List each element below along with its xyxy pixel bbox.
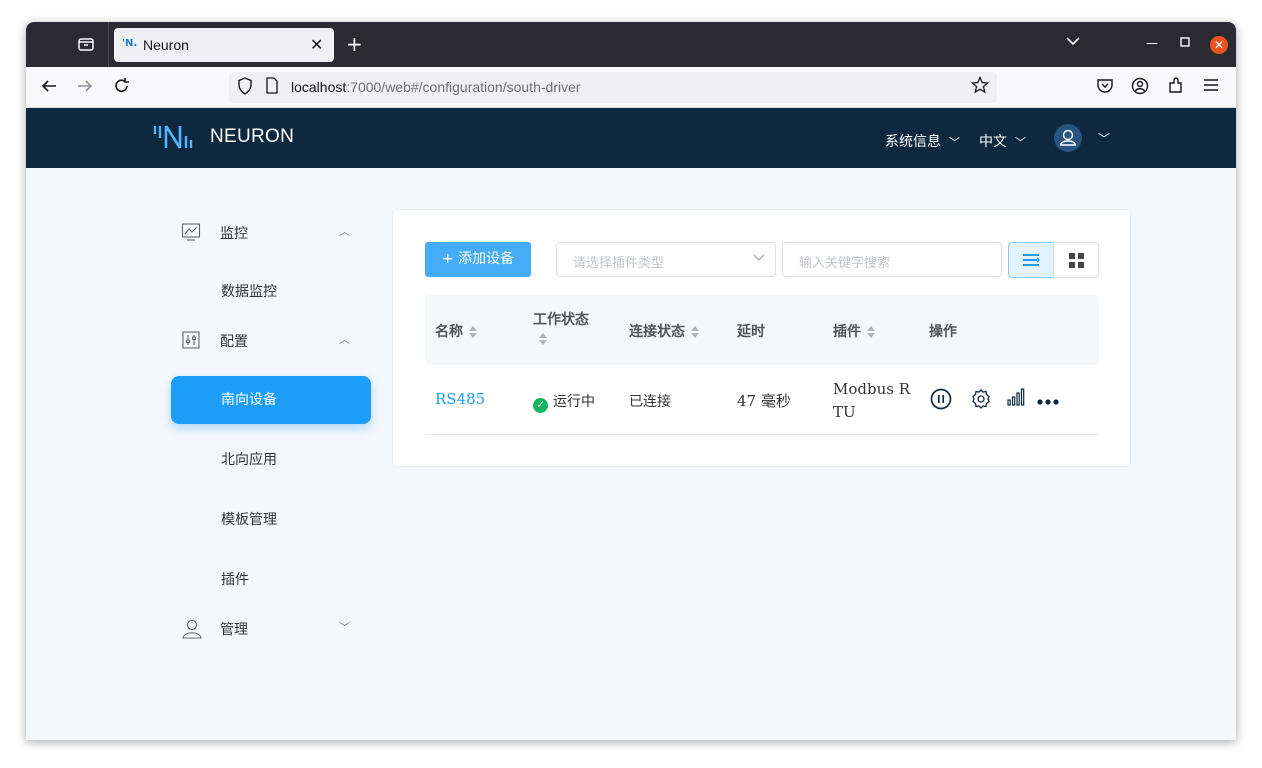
language-label: 中文	[979, 134, 1007, 150]
plugin-name: Modbus R TU	[833, 378, 910, 424]
search-placeholder: 输入关键字搜索	[799, 256, 891, 271]
sidebar-group-label: 配置	[220, 334, 248, 350]
tab-list-chevron-icon[interactable]	[1066, 34, 1080, 50]
table-row: RS485 ✓ 运行中 已连接 47 毫秒 Modbus R TU	[425, 365, 1099, 435]
shield-icon[interactable]	[237, 77, 253, 99]
device-name-link[interactable]: RS485	[435, 390, 485, 408]
column-header-name[interactable]: 名称	[435, 321, 477, 341]
delay-value: 47 毫秒	[737, 392, 791, 410]
column-label: 名称	[435, 324, 463, 340]
url-path: :7000/web#/configuration/south-driver	[346, 79, 581, 95]
column-header-plugin[interactable]: 插件	[833, 321, 875, 341]
window-close-icon[interactable]: ✕	[1210, 36, 1228, 54]
work-status: ✓ 运行中	[533, 391, 595, 413]
extensions-icon[interactable]	[1167, 77, 1185, 100]
tab-title: Neuron	[143, 37, 189, 53]
minimize-icon[interactable]: —	[1146, 36, 1158, 50]
connection-status: 已连接	[629, 394, 671, 410]
language-menu[interactable]: 中文 ﹀	[979, 131, 1026, 151]
page-info-icon[interactable]	[265, 77, 279, 98]
url-host: localhost	[291, 79, 347, 95]
more-actions-icon[interactable]	[1036, 392, 1060, 411]
chevron-up-icon: ︿	[339, 225, 350, 238]
back-icon[interactable]	[40, 77, 58, 100]
plugin-name-line1: Modbus R	[833, 380, 911, 398]
browser-tab[interactable]: 'N. Neuron ✕	[114, 28, 334, 62]
signal-stats-icon[interactable]	[1006, 387, 1026, 411]
chevron-down-icon: ﹀	[339, 621, 350, 634]
chevron-down-icon: ﹀	[1015, 136, 1026, 149]
column-header-actions: 操作	[929, 324, 957, 340]
column-header-delay: 延时	[737, 324, 765, 340]
url-text[interactable]: localhost:7000/web#/configuration/south-…	[291, 79, 581, 95]
tab-close-icon[interactable]: ✕	[310, 35, 323, 54]
chevron-up-icon: ︿	[339, 333, 350, 346]
grid-view-toggle[interactable]	[1053, 242, 1099, 278]
sidebar-item-data-monitor[interactable]: 数据监控	[171, 268, 371, 316]
monitor-chart-icon	[181, 222, 201, 242]
system-info-menu[interactable]: 系统信息 ﹀	[885, 131, 960, 151]
browser-window: 'N. Neuron ✕ + — ✕ localhost:7000/web#/c…	[26, 22, 1236, 740]
browser-tab-bar: 'N. Neuron ✕ + — ✕	[26, 22, 1236, 67]
sidebar-item-templates[interactable]: 模板管理	[171, 496, 371, 544]
column-label: 插件	[833, 324, 861, 340]
sort-icon[interactable]	[691, 326, 699, 338]
user-icon	[181, 618, 202, 639]
sidebar-group-label: 管理	[220, 622, 248, 638]
column-label: 工作状态	[533, 312, 589, 328]
tab-separator	[108, 22, 109, 67]
sidebar-group-label: 监控	[220, 226, 248, 242]
column-header-conn-status[interactable]: 连接状态	[629, 321, 699, 341]
forward-icon[interactable]	[76, 77, 94, 100]
system-info-label: 系统信息	[885, 134, 941, 150]
new-tab-icon[interactable]: +	[346, 32, 363, 56]
add-device-label: 添加设备	[458, 251, 515, 267]
check-circle-icon: ✓	[533, 398, 548, 413]
reload-icon[interactable]	[113, 77, 131, 100]
bookmark-star-icon[interactable]	[970, 75, 990, 99]
settings-gear-icon[interactable]	[970, 388, 992, 414]
maximize-icon[interactable]	[1180, 36, 1190, 50]
plugin-type-select[interactable]: 请选择插件类型	[556, 242, 776, 277]
logo-text: NEURON	[210, 126, 295, 147]
config-sliders-icon	[181, 330, 201, 350]
column-header-work-status[interactable]: 工作状态	[533, 309, 589, 345]
list-view-toggle[interactable]	[1008, 242, 1054, 278]
avatar[interactable]	[1054, 124, 1082, 152]
url-bar[interactable]: localhost:7000/web#/configuration/south-…	[229, 72, 997, 103]
sidebar-item-plugins[interactable]: 插件	[171, 556, 371, 604]
browser-nav-bar: localhost:7000/web#/configuration/south-…	[26, 67, 1236, 108]
tab-overview-icon[interactable]	[76, 35, 96, 55]
chevron-down-icon: ﹀	[949, 136, 960, 149]
account-icon[interactable]	[1131, 77, 1149, 100]
sort-icon[interactable]	[867, 326, 875, 338]
column-label: 连接状态	[629, 324, 685, 340]
table-header: 名称 工作状态 连接状态 延时 插件 操作	[425, 295, 1099, 365]
user-menu-chevron-icon[interactable]: ﹀	[1098, 130, 1110, 147]
plus-icon: +	[441, 251, 459, 267]
south-devices-card: + 添加设备 请选择插件类型 输入关键字搜索 名称 工作状态 连接状态 延时 插…	[392, 209, 1131, 467]
keyword-search-input[interactable]: 输入关键字搜索	[782, 242, 1002, 277]
sort-icon[interactable]	[539, 333, 547, 345]
add-device-button[interactable]: + 添加设备	[425, 242, 531, 277]
sort-icon[interactable]	[469, 326, 477, 338]
neuron-favicon-icon: 'N.	[122, 38, 138, 49]
pocket-icon[interactable]	[1096, 77, 1114, 100]
app-header: NEURON 系统信息 ﹀ 中文 ﹀ ﹀	[26, 108, 1236, 168]
plugin-name-line2: TU	[833, 403, 856, 421]
sidebar-item-south-devices[interactable]: 南向设备	[171, 376, 371, 424]
pause-icon[interactable]	[930, 388, 952, 414]
plugin-type-placeholder: 请选择插件类型	[573, 256, 665, 271]
neuron-logo-icon	[153, 124, 199, 154]
sidebar-item-north-apps[interactable]: 北向应用	[171, 436, 371, 484]
work-status-text: 运行中	[553, 394, 595, 410]
menu-icon[interactable]	[1203, 77, 1219, 98]
chevron-down-icon	[753, 251, 765, 266]
